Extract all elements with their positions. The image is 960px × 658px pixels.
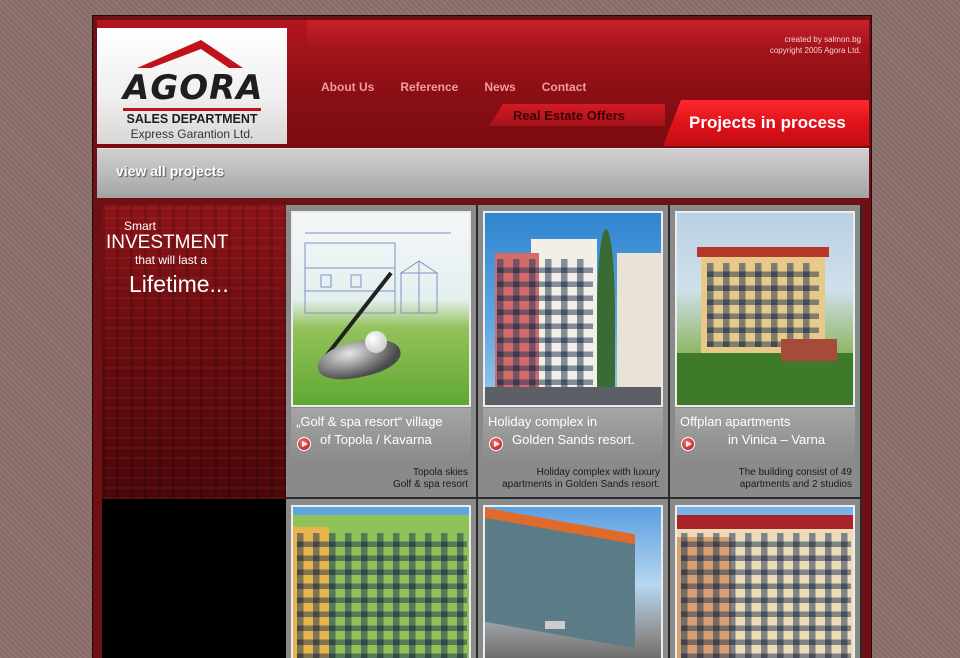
tab-projects-in-process-label: Projects in process (689, 113, 846, 132)
project-description-line-2: apartments and 2 studios (739, 479, 852, 490)
nav-reference[interactable]: Reference (400, 80, 458, 94)
golf-club-head (314, 332, 404, 386)
nav-about-us[interactable]: About Us (321, 80, 374, 94)
garden (677, 353, 853, 405)
project-description-line-1: The building consist of 49 (738, 467, 852, 478)
arrow-right-icon[interactable] (681, 437, 695, 451)
content-area: Smart INVESTMENT that will last a Lifeti… (102, 205, 862, 658)
project-title-line-1: Offplan apartments (680, 414, 791, 429)
tab-projects-in-process[interactable]: Projects in process (663, 100, 869, 146)
parking-cars (485, 387, 661, 405)
parked-car (545, 621, 565, 629)
project-description-line-2: apartments in Golden Sands resort. (502, 479, 660, 490)
promo-line-lifetime: Lifetime... (129, 271, 229, 297)
promo-line-that-will-last: that will last a (135, 253, 208, 267)
logo-wordmark: AGORA (123, 68, 264, 108)
arrow-right-icon[interactable] (489, 437, 503, 451)
building-windows (707, 263, 819, 347)
building-windows (681, 533, 851, 658)
view-all-projects-link[interactable]: view all projects (116, 163, 224, 179)
project-title-line-2: in Vinica – Varna (728, 432, 826, 447)
project-image-vinica[interactable] (675, 211, 855, 407)
logo[interactable]: AGORA SALES DEPARTMENT Express Garantion… (97, 28, 287, 144)
logo-sales-department: SALES DEPARTMENT (126, 112, 258, 126)
building-roof (677, 515, 853, 529)
golf-ball (365, 331, 387, 353)
project-caption[interactable]: Offplan apartments in Vinica – Varna (675, 408, 855, 460)
blueprint-drawing (304, 232, 451, 314)
credit-text: created by salmon.bg copyright 2005 Agor… (770, 34, 861, 56)
promo-line-investment: INVESTMENT (106, 232, 229, 253)
project-description-line-2: Golf & spa resort (392, 479, 468, 490)
arrow-right-icon[interactable] (297, 437, 311, 451)
header: AGORA SALES DEPARTMENT Express Garantion… (97, 20, 869, 148)
project-title-line-2: of Topola / Kavarna (320, 432, 432, 447)
promo-banner: Smart INVESTMENT that will last a Lifeti… (102, 205, 286, 499)
project-card[interactable] (670, 499, 862, 658)
project-card[interactable]: Offplan apartments in Vinica – Varna The… (670, 205, 862, 499)
project-description: Holiday complex with luxury apartments i… (480, 467, 660, 491)
project-image-glass-building[interactable] (483, 505, 663, 658)
project-caption[interactable]: „Golf & spa resort“ village of Topola / … (291, 408, 471, 460)
subheader-bar: view all projects (97, 148, 869, 198)
project-title-line-2: Golden Sands resort. (512, 432, 635, 447)
main-nav: About Us Reference News Contact (321, 80, 612, 94)
tab-real-estate-offers[interactable]: Real Estate Offers (489, 104, 665, 126)
tab-real-estate-offers-label: Real Estate Offers (513, 108, 625, 123)
logo-company-name: Express Garantion Ltd. (130, 127, 254, 141)
cypress-tree (597, 229, 615, 397)
credit-line-2: copyright 2005 Agora Ltd. (769, 46, 861, 55)
project-image-holiday-complex[interactable] (483, 211, 663, 407)
project-card[interactable]: Holiday complex in Golden Sands resort. … (478, 205, 670, 499)
promo-filler (102, 499, 286, 658)
building-roof (697, 247, 829, 257)
project-description-line-1: Topola skies (412, 467, 468, 478)
project-card[interactable] (478, 499, 670, 658)
roof-icon (137, 40, 243, 68)
nav-contact[interactable]: Contact (542, 80, 587, 94)
page-frame: AGORA SALES DEPARTMENT Express Garantion… (92, 15, 872, 658)
credit-line-1: created by salmon.bg (784, 35, 862, 44)
project-image-green-building[interactable] (291, 505, 471, 658)
project-title-line-1: „Golf & spa resort“ village (296, 414, 443, 429)
promo-line-smart: Smart (124, 219, 157, 233)
project-image-golf[interactable] (291, 211, 471, 407)
project-caption[interactable]: Holiday complex in Golden Sands resort. (483, 408, 663, 460)
project-image-apartment-block[interactable] (675, 505, 855, 658)
project-description: The building consist of 49 apartments an… (672, 467, 852, 491)
building-windows (497, 259, 593, 387)
project-card[interactable]: „Golf & spa resort“ village of Topola / … (286, 205, 478, 499)
project-description: Topola skies Golf & spa resort (288, 467, 468, 491)
building-windows (297, 533, 467, 658)
logo-divider (123, 108, 261, 111)
project-card[interactable] (286, 499, 478, 658)
nav-news[interactable]: News (484, 80, 515, 94)
pool-terrace (781, 339, 837, 361)
building-right (617, 253, 661, 395)
project-title-line-1: Holiday complex in (488, 414, 598, 429)
project-description-line-1: Holiday complex with luxury (536, 467, 660, 478)
